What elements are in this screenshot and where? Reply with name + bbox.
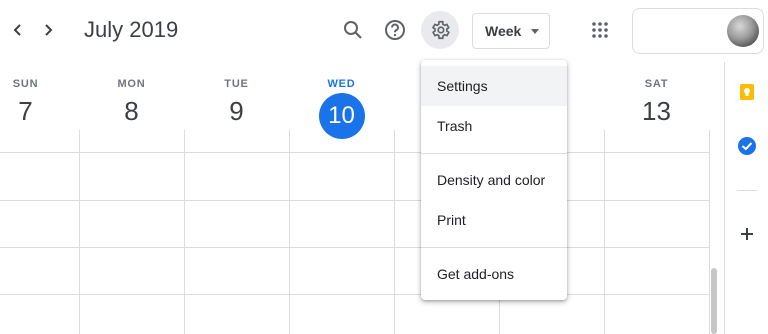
grid-column-line bbox=[289, 130, 290, 334]
get-add-ons-button[interactable] bbox=[737, 224, 757, 244]
grid-column-line bbox=[184, 130, 185, 334]
grid-column-line bbox=[394, 130, 395, 334]
search-icon bbox=[344, 21, 362, 39]
gear-icon bbox=[431, 20, 450, 40]
search-button[interactable] bbox=[334, 11, 372, 49]
day-number[interactable]: 8 bbox=[79, 96, 184, 126]
grid-column-line bbox=[604, 130, 605, 334]
current-month-title: July 2019 bbox=[84, 17, 179, 42]
keep-button[interactable] bbox=[737, 82, 757, 102]
apps-grid-icon bbox=[592, 22, 608, 38]
dropdown-caret-icon bbox=[531, 29, 539, 34]
grid-hour-line bbox=[0, 247, 710, 248]
day-header-sat[interactable]: SAT 13 bbox=[604, 78, 709, 126]
chevron-right-icon bbox=[45, 24, 53, 36]
help-icon bbox=[385, 20, 405, 40]
chevron-left-icon bbox=[13, 24, 21, 36]
grid-column-line bbox=[79, 130, 80, 334]
tasks-button[interactable] bbox=[737, 136, 757, 156]
grid-scrollbar[interactable] bbox=[711, 268, 717, 334]
side-panel-divider bbox=[737, 190, 757, 191]
menu-item-settings[interactable]: Settings bbox=[421, 66, 567, 106]
day-number[interactable]: 7 bbox=[0, 96, 78, 126]
menu-item-density-and-color[interactable]: Density and color bbox=[421, 160, 567, 200]
menu-item-trash[interactable]: Trash bbox=[421, 106, 567, 146]
next-week-button[interactable] bbox=[34, 16, 62, 44]
plus-icon bbox=[741, 228, 753, 240]
day-header-mon[interactable]: MON 8 bbox=[79, 78, 184, 126]
view-select-label: Week bbox=[485, 23, 522, 39]
menu-divider bbox=[421, 153, 567, 154]
day-of-week-label: TUE bbox=[224, 78, 249, 90]
side-panel bbox=[724, 62, 768, 334]
day-number[interactable]: 13 bbox=[604, 96, 709, 126]
menu-item-print[interactable]: Print bbox=[421, 200, 567, 240]
settings-button[interactable] bbox=[421, 11, 459, 49]
grid-hour-line bbox=[0, 200, 710, 201]
help-button[interactable] bbox=[376, 11, 414, 49]
settings-dropdown-menu: Settings Trash Density and color Print G… bbox=[421, 60, 567, 300]
day-of-week-label: MON bbox=[117, 78, 146, 90]
day-of-week-label: SAT bbox=[644, 78, 669, 90]
day-of-week-label: WED bbox=[327, 78, 356, 90]
prev-week-button[interactable] bbox=[4, 16, 32, 44]
menu-divider bbox=[421, 247, 567, 248]
menu-item-get-add-ons[interactable]: Get add-ons bbox=[421, 254, 567, 294]
day-of-week-label: SUN bbox=[12, 78, 39, 90]
keep-lightbulb-icon bbox=[740, 84, 754, 100]
apps-button[interactable] bbox=[581, 11, 619, 49]
day-header-sun[interactable]: SUN 7 bbox=[0, 78, 78, 126]
top-app-bar: July 2019 Week bbox=[0, 0, 768, 62]
grid-hour-line bbox=[0, 294, 710, 295]
view-select[interactable]: Week bbox=[472, 13, 550, 49]
account-switcher[interactable] bbox=[632, 8, 764, 54]
day-number[interactable]: 9 bbox=[184, 96, 289, 126]
week-time-grid[interactable] bbox=[0, 130, 710, 334]
day-header-tue[interactable]: TUE 9 bbox=[184, 78, 289, 126]
tasks-check-icon bbox=[738, 137, 756, 155]
grid-column-line bbox=[709, 130, 710, 334]
avatar[interactable] bbox=[727, 15, 759, 47]
